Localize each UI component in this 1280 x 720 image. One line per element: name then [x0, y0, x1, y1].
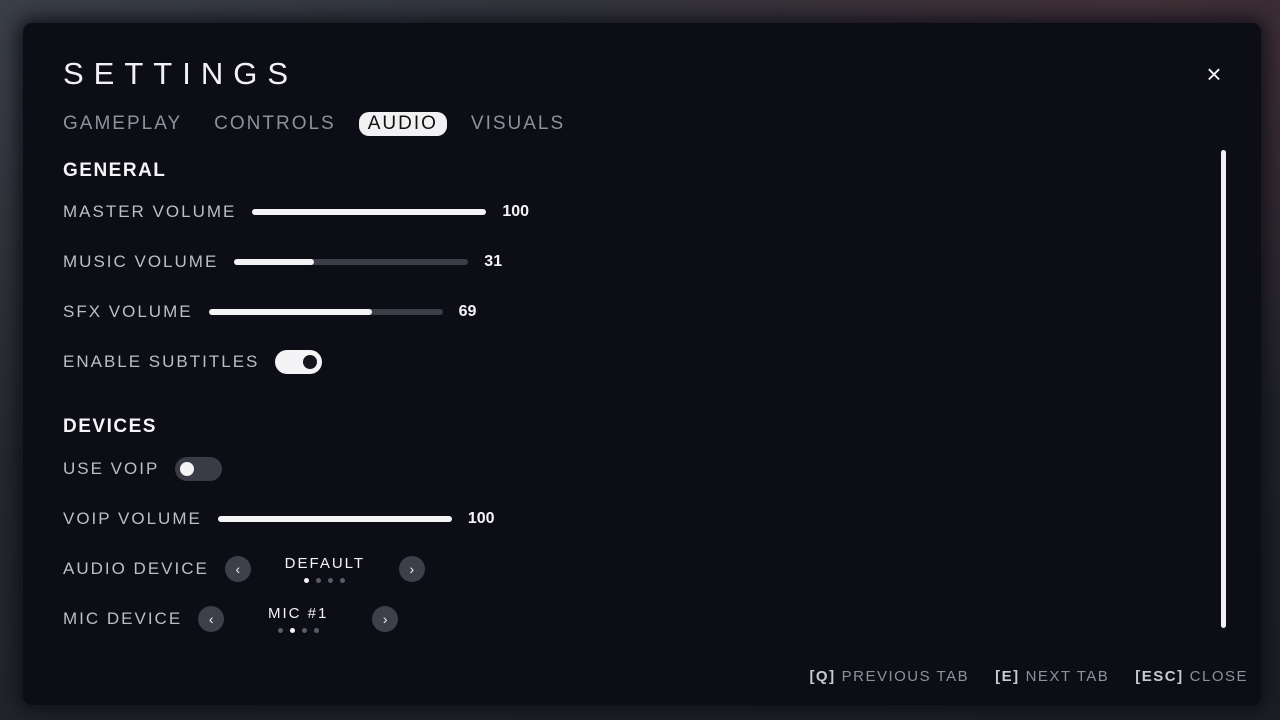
- page-dot: [289, 628, 295, 633]
- chevron-left-icon[interactable]: ‹: [198, 606, 225, 632]
- section-heading-general: GENERAL: [63, 160, 167, 181]
- sfx-volume-label: SFX VOLUME: [63, 302, 193, 321]
- music-volume-label: MUSIC VOLUME: [63, 252, 219, 271]
- master-volume-slider[interactable]: [252, 209, 487, 215]
- close-icon[interactable]: ×: [1200, 60, 1228, 88]
- hint-key: [E]: [995, 668, 1020, 685]
- hint-previous-tab[interactable]: [Q] PREVIOUS TAB: [809, 668, 969, 685]
- use-voip-label: USE VOIP: [63, 459, 160, 478]
- hint-key: [ESC]: [1135, 668, 1184, 685]
- sfx-volume-value: 69: [458, 303, 477, 320]
- page-dot: [313, 628, 319, 633]
- tab-audio[interactable]: AUDIO: [358, 112, 447, 136]
- hint-label: CLOSE: [1189, 668, 1248, 685]
- toggle-knob: [303, 355, 318, 369]
- music-volume-fill: [234, 259, 314, 265]
- mic-device-row: MIC DEVICE ‹ MIC #1 ›: [63, 603, 399, 635]
- sfx-volume-slider[interactable]: [208, 309, 443, 315]
- chevron-left-icon[interactable]: ‹: [224, 556, 251, 582]
- page-dot: [277, 628, 283, 633]
- use-voip-row: USE VOIP: [63, 456, 223, 482]
- section-heading-devices: DEVICES: [63, 416, 157, 437]
- page-title: SETTINGS: [63, 56, 299, 91]
- page-dot: [304, 578, 310, 583]
- keyboard-hints: [Q] PREVIOUS TAB [E] NEXT TAB [ESC] CLOSE: [783, 668, 1248, 685]
- mic-device-value: MIC #1: [268, 605, 329, 622]
- scrollbar[interactable]: [1221, 150, 1226, 628]
- audio-device-value: DEFAULT: [284, 555, 366, 572]
- page-dot: [340, 578, 346, 583]
- tab-controls[interactable]: CONTROLS: [214, 112, 336, 136]
- tab-bar: GAMEPLAY CONTROLS AUDIO VISUALS: [63, 112, 597, 136]
- hint-label: PREVIOUS TAB: [841, 668, 970, 685]
- chevron-right-icon[interactable]: ›: [372, 606, 399, 632]
- master-volume-value: 100: [502, 203, 530, 220]
- master-volume-label: MASTER VOLUME: [63, 202, 237, 221]
- music-volume-value: 31: [484, 253, 503, 270]
- mic-device-label: MIC DEVICE: [63, 609, 183, 628]
- voip-volume-value: 100: [467, 510, 495, 527]
- subtitles-toggle[interactable]: [275, 350, 323, 374]
- voip-volume-row: VOIP VOLUME 100: [63, 506, 495, 532]
- hint-close[interactable]: [ESC] CLOSE: [1135, 668, 1248, 685]
- audio-device-selector: ‹ DEFAULT ›: [224, 555, 425, 583]
- page-dot: [316, 578, 322, 583]
- mic-device-selector: ‹ MIC #1 ›: [198, 605, 399, 633]
- mic-device-dots: [224, 628, 372, 633]
- sfx-volume-row: SFX VOLUME 69: [63, 299, 476, 325]
- mic-device-value-box: MIC #1: [224, 605, 372, 633]
- music-volume-row: MUSIC VOLUME 31: [63, 249, 502, 275]
- audio-device-label: AUDIO DEVICE: [63, 559, 209, 578]
- subtitles-label: ENABLE SUBTITLES: [63, 352, 260, 371]
- tab-visuals[interactable]: VISUALS: [471, 112, 565, 136]
- page-dot: [328, 578, 334, 583]
- voip-volume-label: VOIP VOLUME: [63, 509, 202, 528]
- master-volume-row: MASTER VOLUME 100: [63, 199, 529, 225]
- subtitles-row: ENABLE SUBTITLES: [63, 349, 323, 375]
- audio-device-row: AUDIO DEVICE ‹ DEFAULT ›: [63, 553, 425, 585]
- sfx-volume-fill: [208, 309, 373, 315]
- hint-label: NEXT TAB: [1025, 668, 1110, 685]
- page-dot: [301, 628, 307, 633]
- voip-volume-fill: [217, 516, 452, 522]
- music-volume-slider[interactable]: [234, 259, 469, 265]
- hint-key: [Q]: [809, 668, 836, 685]
- chevron-right-icon[interactable]: ›: [398, 556, 425, 582]
- voip-volume-slider[interactable]: [217, 516, 452, 522]
- tab-gameplay[interactable]: GAMEPLAY: [63, 112, 182, 136]
- toggle-knob: [180, 462, 195, 476]
- use-voip-toggle[interactable]: [175, 457, 223, 481]
- audio-device-value-box: DEFAULT: [251, 555, 399, 583]
- audio-device-dots: [251, 578, 399, 583]
- hint-next-tab[interactable]: [E] NEXT TAB: [995, 668, 1109, 685]
- master-volume-fill: [252, 209, 487, 215]
